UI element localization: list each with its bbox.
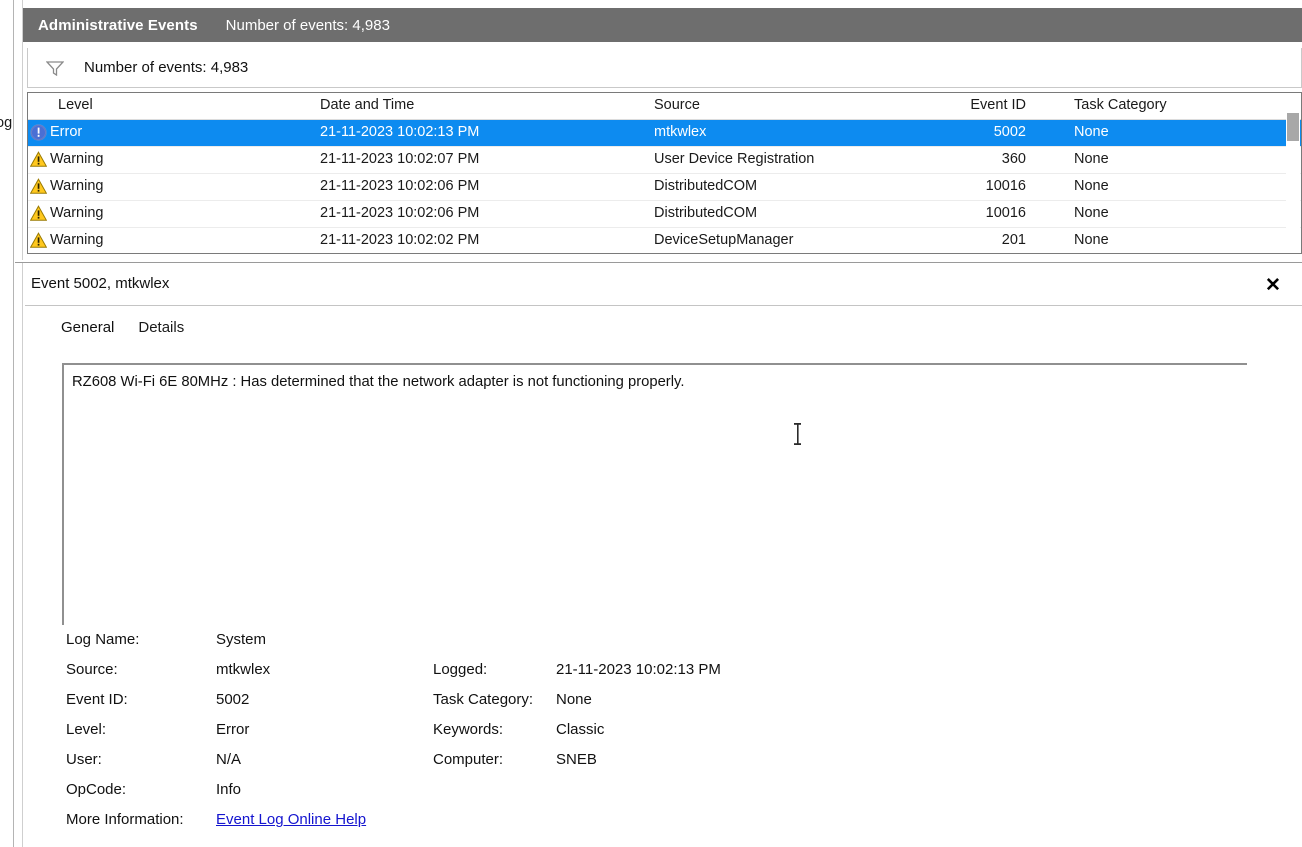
cell-level: Warning	[50, 151, 104, 167]
table-row[interactable]: Warning 21-11-2023 10:02:02 PM DeviceSetup…	[28, 228, 1301, 253]
info-label: User:	[66, 751, 102, 768]
cell-source: DistributedCOM	[654, 178, 758, 194]
info-value: N/A	[216, 751, 242, 768]
more-information-row: More Information: Event Log Online Help	[48, 811, 1248, 841]
warning-icon	[29, 178, 48, 195]
cell-task-category: None	[1074, 205, 1109, 221]
cell-source: DistributedCOM	[654, 205, 758, 221]
info-label: Source:	[66, 661, 118, 678]
info-row: Level: Error Keywords: Classic	[48, 721, 1248, 751]
table-row[interactable]: Warning 21-11-2023 10:02:07 PM User Device…	[28, 147, 1301, 174]
info-value: Info	[216, 781, 242, 798]
event-list-pane: Administrative Events Number of events: …	[15, 0, 1302, 260]
info-row: Source: mtkwlex Logged: 21-11-2023 10:02:13…	[48, 661, 1248, 691]
info-value: SNEB	[556, 751, 597, 768]
info-label: Level:	[66, 721, 107, 738]
event-list-grid[interactable]: Level Date and Time Source Event ID Task Cat…	[27, 92, 1302, 254]
info-label: Event ID:	[66, 691, 128, 708]
info-label: Task Category:	[433, 691, 534, 708]
event-description-box[interactable]: RZ608 Wi-Fi 6E 80MHz : Has determined th…	[62, 363, 1247, 625]
info-value: mtkwlex	[216, 661, 271, 678]
cell-level: Error	[50, 124, 83, 140]
info-row: User: N/A Computer: SNEB	[48, 751, 1248, 781]
event-list-body[interactable]: Error 21-11-2023 10:02:13 PM mtkwlex 5002 No…	[28, 120, 1301, 253]
header-event-count: Number of events: 4,983	[225, 16, 390, 34]
info-value: System	[216, 631, 267, 648]
info-value: 21-11-2023 10:02:13 PM	[556, 661, 721, 678]
column-header-source[interactable]: Source	[654, 97, 700, 113]
info-label: Keywords:	[433, 721, 504, 738]
warning-icon	[29, 232, 48, 249]
cell-source: User Device Registration	[654, 151, 815, 167]
warning-icon	[29, 205, 48, 222]
filter-bar[interactable]: Number of events: 4,983	[27, 48, 1302, 88]
error-icon	[30, 124, 47, 141]
page-title: Administrative Events	[38, 16, 198, 34]
warning-icon	[29, 151, 48, 168]
event-info-grid: Log Name: System Source: mtkwlex Logged: 21-1…	[48, 631, 1248, 841]
cell-datetime: 21-11-2023 10:02:02 PM	[320, 232, 480, 248]
cell-level: Warning	[50, 178, 104, 194]
info-row: Event ID: 5002 Task Category: None	[48, 691, 1248, 721]
info-value: 5002	[216, 691, 250, 708]
cell-source: mtkwlex	[654, 124, 707, 140]
filter-funnel-icon[interactable]	[45, 60, 65, 76]
cell-level: Warning	[50, 205, 104, 221]
info-value: Error	[216, 721, 250, 738]
info-row: OpCode: Info	[48, 781, 1248, 811]
cell-datetime: 21-11-2023 10:02:07 PM	[320, 151, 480, 167]
close-icon[interactable]: ✕	[1261, 273, 1285, 297]
left-panel-sliver: og	[0, 0, 14, 847]
left-panel-partial-text: og	[0, 115, 13, 131]
cell-event-id: 10016	[985, 205, 1026, 221]
scrollbar-thumb[interactable]	[1287, 113, 1299, 141]
cell-datetime: 21-11-2023 10:02:06 PM	[320, 205, 480, 221]
event-viewer-window: og Administrative Events Number of event…	[0, 0, 1302, 847]
cell-event-id: 360	[1001, 151, 1026, 167]
cell-datetime: 21-11-2023 10:02:06 PM	[320, 178, 480, 194]
detail-tabs[interactable]: General Details	[57, 317, 188, 338]
info-value: None	[556, 691, 592, 708]
info-value: Classic	[556, 721, 605, 738]
event-list-header-row: Level Date and Time Source Event ID Task Cat…	[28, 93, 1301, 120]
event-detail-pane: Event 5002, mtkwlex ✕ General Details RZ6…	[15, 262, 1302, 847]
cell-event-id: 10016	[985, 178, 1026, 194]
tab-general[interactable]: General	[57, 317, 118, 338]
table-row[interactable]: Warning 21-11-2023 10:02:06 PM Distributed…	[28, 201, 1301, 228]
column-header-datetime[interactable]: Date and Time	[320, 97, 414, 113]
info-label: OpCode:	[66, 781, 127, 798]
event-list-scrollbar[interactable]	[1286, 94, 1300, 253]
info-label: Computer:	[433, 751, 504, 768]
cell-datetime: 21-11-2023 10:02:13 PM	[320, 124, 480, 140]
info-label: Log Name:	[66, 631, 140, 648]
detail-pane-gutter	[15, 263, 23, 847]
detail-title-divider	[25, 305, 1302, 306]
more-information-label: More Information:	[66, 811, 184, 828]
column-header-task-category[interactable]: Task Category	[1074, 97, 1167, 113]
cell-event-id: 201	[1001, 232, 1026, 248]
tab-details[interactable]: Details	[134, 317, 188, 338]
column-header-event-id[interactable]: Event ID	[948, 97, 1026, 113]
cell-source: DeviceSetupManager	[654, 232, 794, 248]
cell-task-category: None	[1074, 151, 1109, 167]
list-pane-gutter	[15, 0, 23, 260]
table-row[interactable]: Warning 21-11-2023 10:02:06 PM Distributed…	[28, 174, 1301, 201]
table-row[interactable]: Error 21-11-2023 10:02:13 PM mtkwlex 5002 No…	[28, 120, 1301, 147]
info-row: Log Name: System	[48, 631, 1248, 661]
cell-task-category: None	[1074, 232, 1109, 248]
detail-pane-title: Event 5002, mtkwlex	[31, 275, 170, 292]
cell-task-category: None	[1074, 124, 1109, 140]
text-ibeam-cursor	[793, 423, 802, 445]
cell-task-category: None	[1074, 178, 1109, 194]
cell-event-id: 5002	[993, 124, 1026, 140]
filter-event-count: Number of events: 4,983	[84, 59, 249, 76]
event-description-text: RZ608 Wi-Fi 6E 80MHz : Has determined th…	[72, 374, 685, 390]
column-header-level[interactable]: Level	[58, 97, 93, 113]
administrative-events-header: Administrative Events Number of events: …	[23, 8, 1302, 42]
cell-level: Warning	[50, 232, 104, 248]
info-label: Logged:	[433, 661, 488, 678]
event-log-online-help-link[interactable]: Event Log Online Help	[216, 811, 366, 828]
